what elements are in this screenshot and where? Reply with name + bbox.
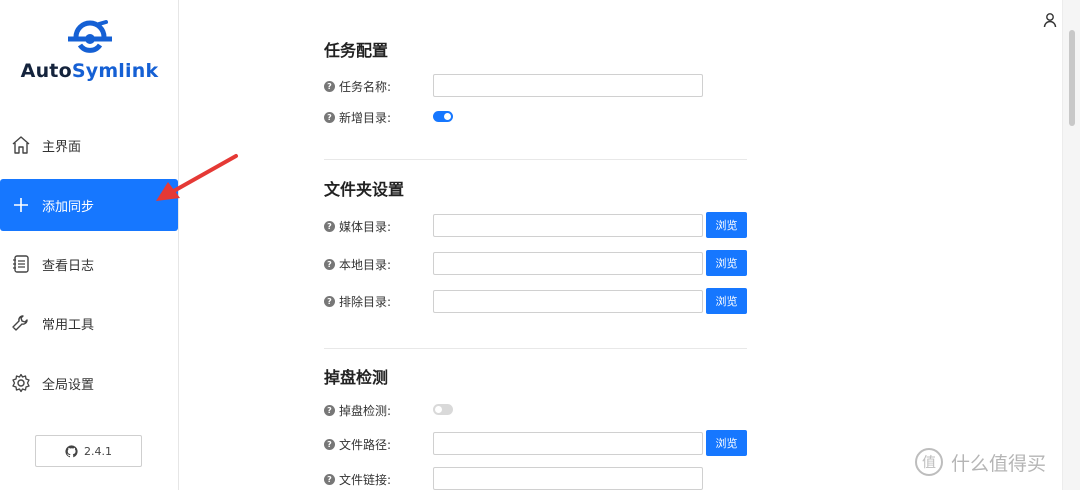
- github-icon: [65, 444, 78, 457]
- watermark-logo-icon: 值: [915, 448, 943, 476]
- help-icon[interactable]: ?: [324, 259, 335, 270]
- exclude-dir-input[interactable]: [433, 290, 703, 313]
- media-dir-label: ? 媒体目录:: [324, 218, 391, 235]
- file-path-label-text: 文件路径:: [339, 438, 392, 452]
- local-dir-label: ? 本地目录:: [324, 256, 391, 273]
- scrollbar-thumb[interactable]: [1069, 30, 1075, 126]
- logo-text: AutoSymlink: [0, 60, 179, 82]
- plus-icon: [10, 194, 32, 216]
- logo-text-part2: Symlink: [71, 60, 159, 82]
- sidebar-item-label: 添加同步: [42, 199, 95, 215]
- new-dir-label: ? 新增目录:: [324, 109, 391, 126]
- section-title-task: 任务配置: [324, 41, 389, 60]
- local-dir-input[interactable]: [433, 252, 703, 275]
- help-icon[interactable]: ?: [324, 221, 335, 232]
- file-path-browse-button[interactable]: 浏览: [706, 430, 747, 456]
- local-dir-label-text: 本地目录:: [339, 258, 392, 272]
- drop-detect-label: ? 掉盘检测:: [324, 402, 391, 419]
- main-content: 任务配置 ? 任务名称: ? 新增目录: 文件夹设置 ? 媒体目录: 浏览 ? …: [180, 0, 1062, 490]
- logo-mark-icon: [67, 20, 112, 53]
- file-path-input[interactable]: [433, 432, 703, 455]
- section-divider: [324, 159, 747, 160]
- sidebar-item-settings[interactable]: 全局设置: [0, 357, 178, 409]
- exclude-dir-label: ? 排除目录:: [324, 293, 391, 310]
- help-icon[interactable]: ?: [324, 112, 335, 123]
- help-icon[interactable]: ?: [324, 296, 335, 307]
- local-dir-browse-button[interactable]: 浏览: [706, 250, 747, 276]
- version-github-button[interactable]: 2.4.1: [35, 435, 142, 467]
- file-link-label-text: 文件链接:: [339, 473, 392, 487]
- media-dir-label-text: 媒体目录:: [339, 220, 392, 234]
- new-dir-toggle[interactable]: [433, 111, 453, 122]
- app-logo[interactable]: AutoSymlink: [0, 18, 179, 82]
- sidebar-item-label: 查看日志: [42, 258, 95, 274]
- section-title-drop: 掉盘检测: [324, 368, 389, 387]
- sidebar-item-tools[interactable]: 常用工具: [0, 297, 178, 349]
- log-icon: [10, 253, 32, 275]
- sidebar-item-logs[interactable]: 查看日志: [0, 238, 178, 290]
- help-icon[interactable]: ?: [324, 439, 335, 450]
- wrench-icon: [10, 312, 32, 334]
- new-dir-label-text: 新增目录:: [339, 111, 392, 125]
- watermark: 值 什么值得买: [915, 448, 1046, 476]
- sidebar-item-label: 常用工具: [42, 317, 95, 333]
- task-name-input[interactable]: [433, 74, 703, 97]
- file-link-input[interactable]: [433, 467, 703, 490]
- exclude-dir-label-text: 排除目录:: [339, 295, 392, 309]
- drop-detect-toggle[interactable]: [433, 404, 453, 415]
- page-scrollbar[interactable]: [1062, 0, 1080, 490]
- sidebar-item-label: 主界面: [42, 139, 82, 155]
- exclude-dir-browse-button[interactable]: 浏览: [706, 288, 747, 314]
- drop-detect-label-text: 掉盘检测:: [339, 404, 392, 418]
- user-icon[interactable]: [1043, 12, 1057, 28]
- file-path-label: ? 文件路径:: [324, 436, 391, 453]
- help-icon[interactable]: ?: [324, 81, 335, 92]
- media-dir-input[interactable]: [433, 214, 703, 237]
- sidebar-item-label: 全局设置: [42, 377, 95, 393]
- logo-text-part1: Auto: [20, 60, 72, 82]
- section-divider: [324, 348, 747, 349]
- section-title-folder: 文件夹设置: [324, 180, 405, 199]
- watermark-text: 什么值得买: [951, 452, 1047, 475]
- version-label: 2.4.1: [84, 444, 112, 458]
- media-dir-browse-button[interactable]: 浏览: [706, 212, 747, 238]
- home-icon: [10, 134, 32, 156]
- help-icon[interactable]: ?: [324, 474, 335, 485]
- sidebar: AutoSymlink 主界面 添加同步 查看日志 常用工具 全局设置 2.4.…: [0, 0, 179, 490]
- file-link-label: ? 文件链接:: [324, 471, 391, 488]
- gear-icon: [10, 372, 32, 394]
- task-name-label-text: 任务名称:: [339, 80, 392, 94]
- help-icon[interactable]: ?: [324, 405, 335, 416]
- task-name-label: ? 任务名称:: [324, 78, 391, 95]
